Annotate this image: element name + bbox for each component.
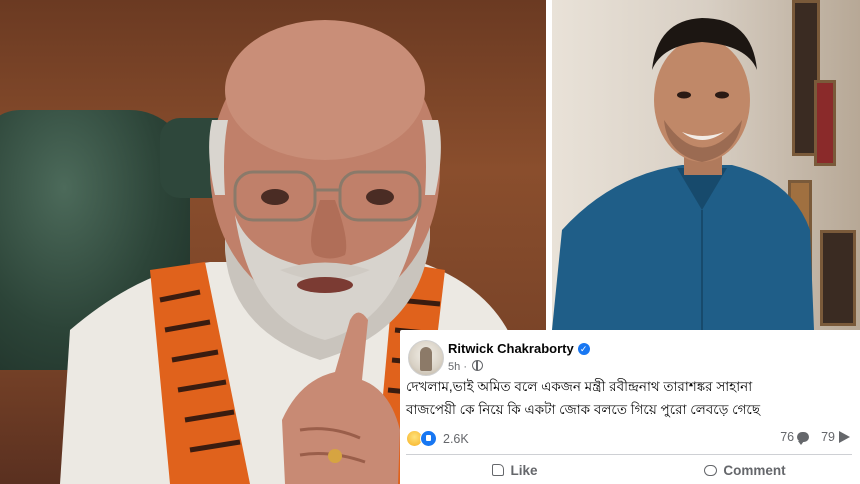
share-arrow-icon — [839, 431, 850, 443]
globe-icon — [472, 360, 484, 371]
post-text-line: দেখলাম,ভাই অমিত বলে একজন মন্ত্রী রবীন্দ্… — [406, 379, 753, 394]
author-name[interactable]: Ritwick Chakraborty — [448, 341, 574, 356]
facebook-post-card: Ritwick Chakraborty ✓ 5h · দেখলাম,ভাই অমি… — [400, 330, 860, 484]
meta-dot: · — [463, 361, 467, 373]
verified-badge-icon: ✓ — [577, 343, 590, 355]
like-reaction-icon — [420, 430, 437, 447]
comment-bubble-icon — [797, 432, 810, 445]
comments-count[interactable]: 76 — [780, 430, 794, 444]
engagement-stats: 76 79 — [780, 430, 850, 445]
actions-divider — [406, 454, 852, 455]
thumbs-up-icon — [492, 464, 505, 476]
comment-label: Comment — [723, 462, 786, 478]
shares-count[interactable]: 79 — [821, 430, 835, 444]
author-avatar[interactable] — [408, 340, 444, 376]
reactions-count: 2.6K — [443, 431, 469, 446]
actor-figure — [552, 18, 814, 330]
post-text-line: বাজপেয়ী কে নিয়ে কি একটা জোক বলতে গিয়ে… — [406, 402, 761, 417]
comment-button[interactable]: Comment — [630, 458, 860, 482]
avatar-figure — [420, 347, 432, 371]
right-photo-actor — [552, 0, 860, 330]
post-text: দেখলাম,ভাই অমিত বলে একজন মন্ত্রী রবীন্দ্… — [406, 375, 852, 421]
reactions-summary[interactable]: 2.6K — [406, 430, 469, 447]
post-time[interactable]: 5h — [448, 361, 460, 373]
like-label: Like — [510, 462, 538, 478]
comment-icon — [704, 464, 718, 476]
post-actions: Like Comment — [400, 458, 860, 482]
author-name-row: Ritwick Chakraborty ✓ — [448, 341, 590, 356]
post-meta: 5h · — [448, 360, 484, 373]
like-button[interactable]: Like — [400, 458, 630, 482]
